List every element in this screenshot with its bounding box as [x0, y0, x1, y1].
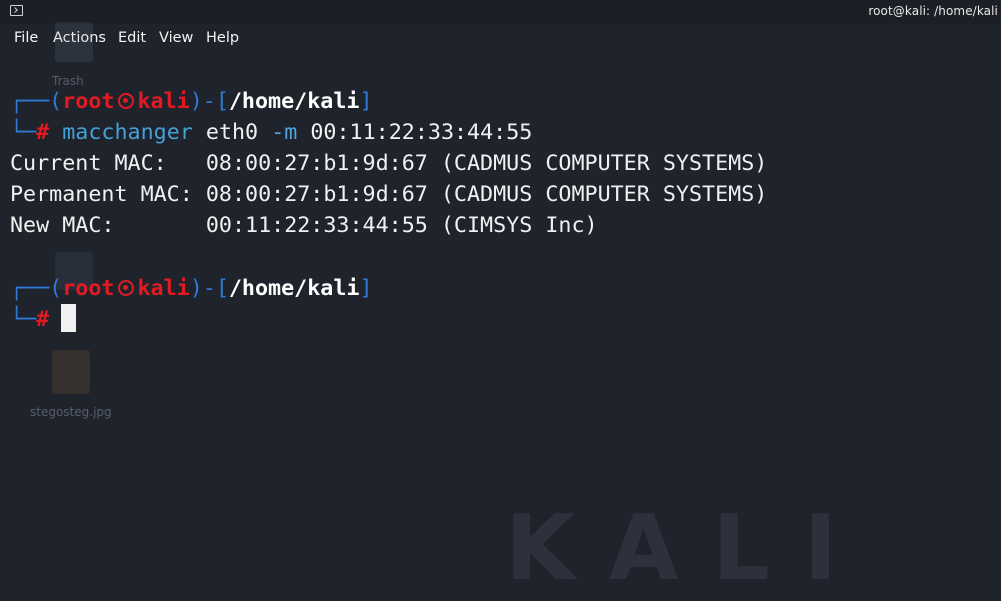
prompt-open: ┌──( [10, 89, 63, 114]
prompt-host: kali [137, 89, 190, 114]
command-flag: -m [271, 120, 298, 145]
prompt-hash: # [36, 120, 50, 145]
prompt-close: ] [359, 89, 373, 114]
prompt-line: ┌──(root kali)-[/home/kali] [10, 273, 373, 304]
kali-skull-icon [118, 280, 135, 296]
menu-edit[interactable]: Edit [118, 30, 146, 46]
menu-file[interactable]: File [14, 30, 38, 46]
command-mac: 00:11:22:33:44:55 [310, 120, 533, 145]
output-permanent-mac: Permanent MAC: 08:00:27:b1:9d:67 (CADMUS… [10, 182, 768, 207]
terminal-icon[interactable] [10, 5, 23, 16]
command-program: macchanger [62, 120, 193, 145]
prompt-host: kali [137, 276, 190, 301]
text-cursor[interactable] [61, 304, 77, 332]
prompt-path: /home/kali [228, 89, 360, 114]
prompt-corner: └─ [10, 120, 37, 145]
trash-icon [55, 22, 93, 62]
prompt-path: /home/kali [228, 276, 360, 301]
menu-help[interactable]: Help [206, 30, 239, 46]
command-line: └─# macchanger eth0 -m 00:11:22:33:44:55 [10, 117, 532, 148]
prompt-line: ┌──(root kali)-[/home/kali] [10, 86, 373, 117]
prompt-sep: )-[ [189, 276, 229, 301]
prompt-user: root [62, 276, 115, 301]
kali-watermark: KALI [505, 496, 872, 601]
input-line[interactable]: └─# [10, 304, 77, 335]
output-current-mac: Current MAC: 08:00:27:b1:9d:67 (CADMUS C… [10, 151, 768, 176]
prompt-hash: # [36, 307, 50, 332]
prompt-open: ┌──( [10, 276, 63, 301]
image-file-icon [52, 350, 90, 394]
prompt-corner: └─ [10, 307, 37, 332]
prompt-sep: )-[ [189, 89, 229, 114]
window-title: root@kali: /home/kali [868, 4, 998, 18]
command-interface: eth0 [205, 120, 259, 145]
prompt-user: root [62, 89, 115, 114]
terminal-output-area[interactable]: Trash stegosteg.jpg KALI ┌──(root kali)-[… [0, 22, 1001, 594]
prompt-close: ] [359, 276, 373, 301]
menu-view[interactable]: View [159, 30, 193, 46]
kali-skull-icon [118, 93, 135, 109]
output-new-mac: New MAC: 00:11:22:33:44:55 (CIMSYS Inc) [10, 213, 598, 238]
menu-bar: File Actions Edit View Help [0, 24, 1001, 52]
title-bar: root@kali: /home/kali [0, 0, 1001, 24]
image-file-label: stegosteg.jpg [30, 405, 112, 419]
